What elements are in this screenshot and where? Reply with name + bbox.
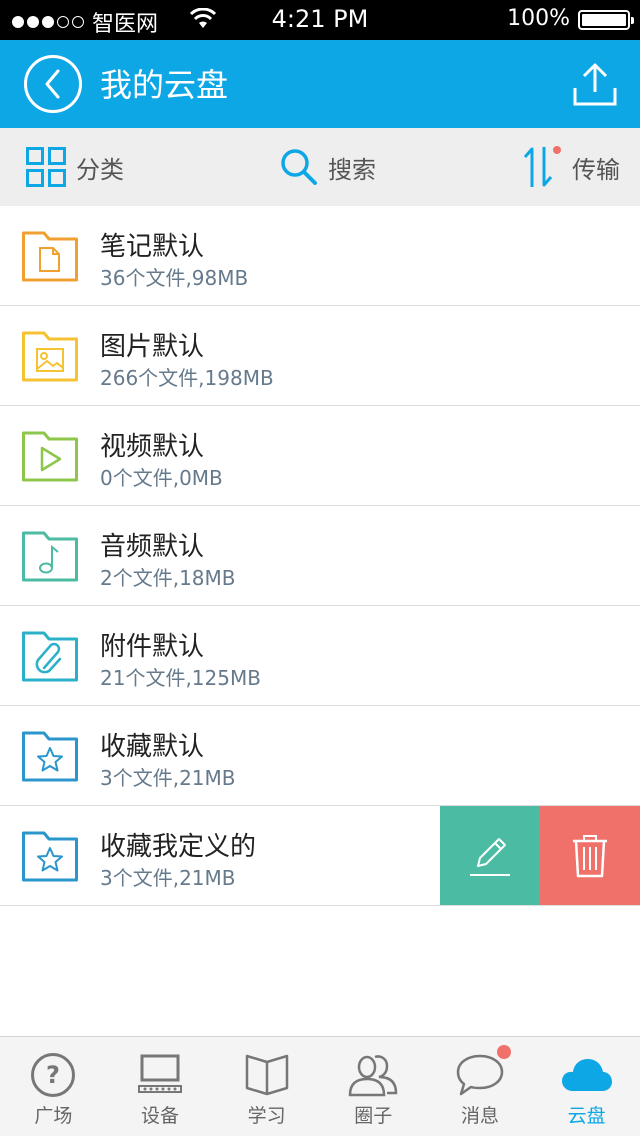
folder-meta: 2个文件,18MB	[100, 566, 236, 590]
cloud-icon	[561, 1059, 612, 1091]
folder-item[interactable]: 图片默认 266个文件,198MB	[0, 306, 640, 406]
note-folder-icon	[22, 231, 78, 282]
delete-button[interactable]	[540, 806, 640, 905]
tab-label: 设备	[140, 1105, 179, 1127]
category-label: 分类	[76, 155, 124, 184]
tab-label: 消息	[460, 1105, 499, 1127]
folder-item[interactable]: 视频默认 0个文件,0MB	[0, 406, 640, 506]
page-title: 我的云盘	[100, 66, 229, 104]
folder-meta: 21个文件,125MB	[100, 666, 261, 690]
tab-label: 圈子	[354, 1105, 393, 1127]
tab-bar: ? 广场 设备 学习 圈子 消息 云盘	[0, 1036, 640, 1136]
transfer-button[interactable]: 传输	[522, 145, 620, 189]
tab-cloud[interactable]: 云盘	[533, 1037, 640, 1136]
folder-name: 收藏默认	[100, 732, 205, 762]
video-folder-icon	[22, 431, 78, 482]
trash-icon	[573, 834, 607, 877]
folder-name: 视频默认	[100, 432, 205, 462]
svg-text:?: ?	[46, 1061, 60, 1089]
search-label: 搜索	[328, 155, 376, 184]
folder-meta: 36个文件,98MB	[100, 266, 249, 290]
tab-messages[interactable]: 消息	[427, 1037, 534, 1136]
grid-icon	[26, 147, 66, 187]
folder-item[interactable]: 音频默认 2个文件,18MB	[0, 506, 640, 606]
device-icon	[137, 1054, 182, 1093]
attachment-folder-icon	[22, 631, 78, 682]
folder-meta: 266个文件,198MB	[100, 366, 274, 390]
battery-percent: 100%	[507, 6, 570, 31]
tab-label: 学习	[247, 1105, 286, 1127]
toolbar: 分类 搜索 传输	[0, 128, 640, 206]
image-folder-icon	[22, 331, 78, 382]
folder-meta: 0个文件,0MB	[100, 466, 223, 490]
folder-item[interactable]: 收藏我定义的 3个文件,21MB	[0, 806, 640, 906]
upload-icon[interactable]	[572, 62, 618, 108]
nav-bar: 我的云盘	[0, 40, 640, 128]
tab-study[interactable]: 学习	[213, 1037, 320, 1136]
transfer-arrows-icon	[523, 146, 561, 187]
battery-icon	[578, 10, 634, 30]
category-button[interactable]: 分类	[26, 147, 124, 187]
folder-item[interactable]: 收藏默认 3个文件,21MB	[0, 706, 640, 806]
folder-item[interactable]: 附件默认 21个文件,125MB	[0, 606, 640, 706]
folder-name: 音频默认	[100, 532, 205, 562]
folder-list: 笔记默认 36个文件,98MB 图片默认 266个文件,198MB 视频默认 0…	[0, 206, 640, 906]
tab-circles[interactable]: 圈子	[320, 1037, 427, 1136]
pencil-icon	[470, 837, 510, 876]
folder-meta: 3个文件,21MB	[100, 766, 236, 790]
edit-button[interactable]	[440, 806, 540, 905]
folder-name: 附件默认	[100, 632, 205, 662]
tab-label: 广场	[34, 1105, 73, 1127]
tab-label: 云盘	[567, 1105, 606, 1127]
transfer-label: 传输	[572, 155, 620, 184]
search-button[interactable]: 搜索	[280, 148, 376, 186]
audio-folder-icon	[22, 531, 78, 582]
folder-name: 图片默认	[100, 332, 205, 362]
search-icon	[281, 149, 317, 185]
help-circle-icon: ?	[31, 1053, 76, 1097]
people-icon	[349, 1055, 398, 1097]
status-bar: 智医网 4:21 PM 100%	[0, 0, 640, 40]
chat-bubble-icon	[456, 1054, 504, 1096]
folder-item[interactable]: 笔记默认 36个文件,98MB	[0, 206, 640, 306]
folder-name: 收藏我定义的	[100, 832, 257, 862]
tab-devices[interactable]: 设备	[107, 1037, 214, 1136]
back-button[interactable]	[24, 55, 82, 113]
book-icon	[245, 1054, 288, 1096]
folder-meta: 3个文件,21MB	[100, 866, 236, 890]
favorite-folder-icon	[22, 731, 78, 782]
notification-dot	[497, 1045, 512, 1059]
favorite-folder-icon	[22, 831, 78, 882]
folder-name: 笔记默认	[100, 232, 205, 262]
chevron-left-icon	[45, 69, 60, 99]
tab-plaza[interactable]: ? 广场	[0, 1037, 107, 1136]
